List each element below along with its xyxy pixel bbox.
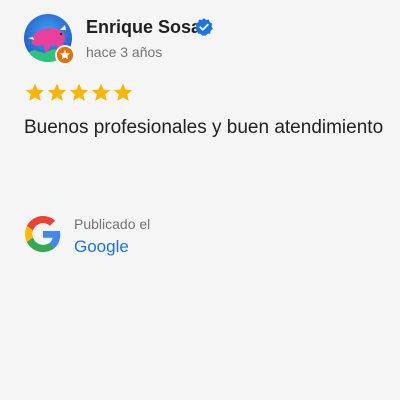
review-card: Enrique Sosa hace 3 años Buenos profesio…	[0, 0, 400, 400]
review-text: Buenos profesionales y buen atendimiento	[24, 117, 384, 138]
review-source-link[interactable]: Google	[74, 236, 129, 258]
author-name[interactable]: Enrique Sosa	[86, 15, 201, 39]
star-icon	[47, 83, 67, 101]
google-logo-icon	[25, 216, 61, 252]
star-rating	[24, 82, 134, 104]
star-icon	[113, 83, 133, 101]
posted-on-label: Publicado el	[74, 216, 151, 232]
author-avatar[interactable]	[24, 14, 75, 65]
local-guide-badge-icon	[55, 45, 75, 65]
verified-badge-icon	[195, 18, 213, 36]
star-icon	[91, 83, 111, 101]
star-icon	[25, 83, 45, 101]
review-timestamp: hace 3 años	[86, 44, 163, 60]
star-icon	[69, 83, 89, 101]
